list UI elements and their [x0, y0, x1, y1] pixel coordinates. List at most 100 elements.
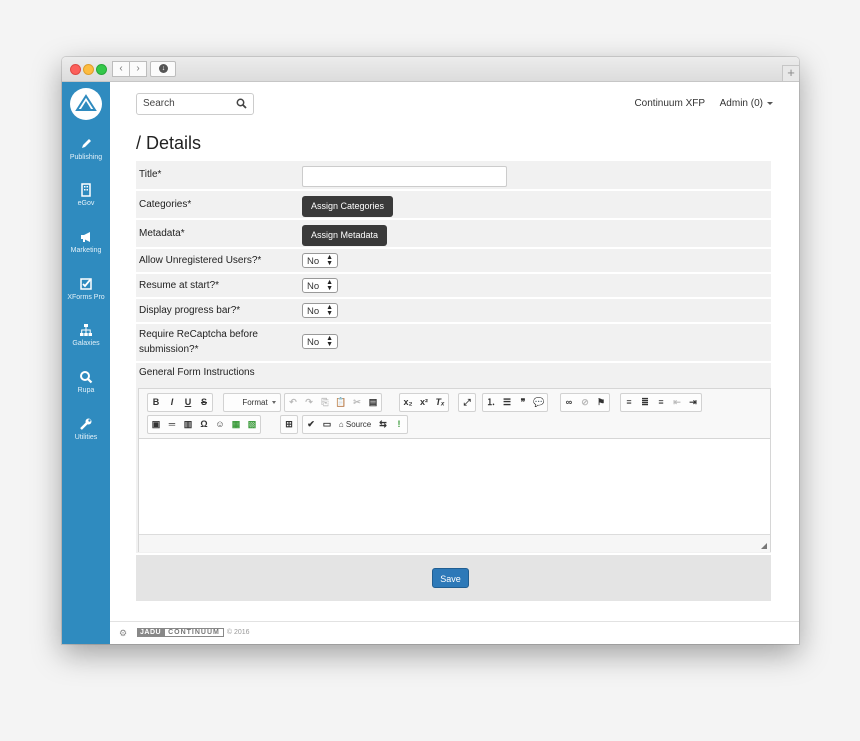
unlink-button[interactable]: ⊘	[577, 394, 593, 411]
comment-button[interactable]: 💬	[531, 394, 547, 411]
page-break-button[interactable]: ▥	[180, 416, 196, 433]
sidebar-item-egov[interactable]: eGov	[62, 183, 110, 207]
bullet-list-button[interactable]: ☰	[499, 394, 515, 411]
maximize-button[interactable]: ⤢	[459, 394, 475, 411]
resume-select[interactable]: No ▲ ▼	[302, 278, 338, 293]
download-button[interactable]: ↓	[150, 61, 176, 77]
download-icon: ↓	[159, 64, 168, 73]
redo-button[interactable]: ↷	[301, 394, 317, 411]
new-tab-button[interactable]: +	[782, 65, 799, 81]
anchor-button[interactable]: ⚑	[593, 394, 609, 411]
forward-button[interactable]: ›	[130, 61, 147, 77]
app-logo[interactable]	[70, 88, 102, 120]
paste-from-word-button[interactable]: ▤	[365, 394, 381, 411]
search-input[interactable]: Search	[136, 93, 254, 115]
underline-button[interactable]: U	[180, 394, 196, 411]
toolbar-group-script: x₂ x² Tₓ	[399, 393, 449, 412]
italic-button[interactable]: I	[164, 394, 180, 411]
table-button[interactable]: ⊞	[281, 416, 297, 433]
toolbar-group-view: ⤢	[458, 393, 476, 412]
instructions-label: General Form Instructions	[139, 367, 255, 378]
checkbox-icon	[80, 278, 92, 290]
form-row-progress: Display progress bar?* No ▲ ▼	[136, 299, 771, 322]
logo-icon	[75, 94, 97, 111]
superscript-button[interactable]: x²	[416, 394, 432, 411]
progress-select[interactable]: No ▲ ▼	[302, 303, 338, 318]
info-icon[interactable]: !	[391, 416, 407, 433]
iframe-button[interactable]: ▦	[228, 416, 244, 433]
progress-label: Display progress bar?*	[139, 305, 241, 316]
sidebar-item-xforms-pro[interactable]: XForms Pro	[62, 277, 110, 301]
bold-button[interactable]: B	[148, 394, 164, 411]
sidebar-item-label: Marketing	[70, 247, 102, 254]
source-button[interactable]: ⌂ Source	[335, 416, 375, 433]
align-left-button[interactable]: ≡	[621, 394, 637, 411]
assign-metadata-button[interactable]: Assign Metadata	[302, 225, 388, 246]
outdent-button[interactable]: ⇤	[669, 394, 685, 411]
align-center-button[interactable]: ≣	[637, 394, 653, 411]
subscript-button[interactable]: x₂	[400, 394, 416, 411]
save-button[interactable]: Save	[432, 568, 469, 588]
select-value: No	[307, 256, 320, 267]
save-bar: Save	[136, 555, 771, 601]
paste-button[interactable]: 📋	[333, 394, 349, 411]
footer-brand: JADU CONTINUUM © 2016	[137, 628, 250, 637]
toolbar-group-lists: ⒈ ☰ ❞ 💬	[482, 393, 548, 412]
form-row-resume: Resume at start?* No ▲ ▼	[136, 274, 771, 297]
gear-icon[interactable]: ⚙	[119, 628, 127, 639]
show-blocks-button[interactable]: ⇆	[375, 416, 391, 433]
link-button[interactable]: ∞	[561, 394, 577, 411]
select-arrows-icon: ▲ ▼	[326, 335, 333, 348]
user-menu[interactable]: Admin (0)	[720, 98, 773, 109]
brand-jadu: JADU	[137, 628, 165, 637]
resize-handle-icon[interactable]	[761, 543, 767, 549]
title-input[interactable]	[302, 166, 507, 187]
sidebar-item-publishing[interactable]: Publishing	[62, 137, 110, 161]
select-value: No	[307, 306, 320, 317]
toolbar-group-links: ∞ ⊘ ⚑	[560, 393, 610, 412]
strikethrough-button[interactable]: S	[196, 394, 212, 411]
back-button[interactable]: ‹	[112, 61, 130, 77]
minimize-window-button[interactable]	[83, 64, 94, 75]
format-text: Format	[242, 398, 268, 407]
toolbar-group-insert: ▣ ═ ▥ Ω ☺ ▦ ▧	[147, 415, 261, 434]
spellcheck-button[interactable]: ✔	[303, 416, 319, 433]
close-window-button[interactable]	[70, 64, 81, 75]
select-arrows-icon: ▲ ▼	[326, 304, 333, 317]
image-button[interactable]: ▣	[148, 416, 164, 433]
user-menu-label: Admin (0)	[719, 98, 763, 109]
maximize-window-button[interactable]	[96, 64, 107, 75]
assign-categories-button[interactable]: Assign Categories	[302, 196, 394, 217]
source-label: Source	[345, 420, 372, 429]
sidebar-item-rupa[interactable]: Rupa	[62, 370, 110, 394]
smiley-button[interactable]: ☺	[212, 416, 228, 433]
find-button[interactable]: ▭	[319, 416, 335, 433]
browser-window: ‹ › ↓ + Publishing eGov Marketing XForms…	[62, 57, 799, 644]
sidebar-item-utilities[interactable]: Utilities	[62, 417, 110, 441]
undo-button[interactable]: ↶	[285, 394, 301, 411]
resume-label: Resume at start?*	[139, 280, 220, 291]
special-char-button[interactable]: Ω	[196, 416, 212, 433]
align-right-button[interactable]: ≡	[653, 394, 669, 411]
format-dropdown[interactable]: Format	[223, 393, 281, 412]
sidebar-item-label: XForms Pro	[67, 294, 105, 301]
source-icon: ⌂	[338, 420, 344, 429]
indent-button[interactable]: ⇥	[685, 394, 701, 411]
editor-content-area[interactable]	[139, 439, 770, 534]
sidebar-item-marketing[interactable]: Marketing	[62, 230, 110, 254]
remove-format-button[interactable]: Tₓ	[432, 394, 448, 411]
sidebar-item-label: Rupa	[77, 387, 95, 394]
toolbar-group-align: ≡ ≣ ≡ ⇤ ⇥	[620, 393, 702, 412]
site-name[interactable]: Continuum XFP	[634, 98, 704, 109]
unregistered-select[interactable]: No ▲ ▼	[302, 253, 338, 268]
horizontal-rule-button[interactable]: ═	[164, 416, 180, 433]
cut-button[interactable]: ✂	[349, 394, 365, 411]
numbered-list-button[interactable]: ⒈	[483, 394, 499, 411]
copy-button[interactable]: ⎘	[317, 394, 333, 411]
recaptcha-select[interactable]: No ▲ ▼	[302, 334, 338, 349]
blockquote-button[interactable]: ❞	[515, 394, 531, 411]
search-icon[interactable]	[236, 98, 247, 109]
template-button[interactable]: ▧	[244, 416, 260, 433]
sidebar-item-galaxies[interactable]: Galaxies	[62, 323, 110, 347]
copyright: © 2016	[226, 629, 250, 636]
